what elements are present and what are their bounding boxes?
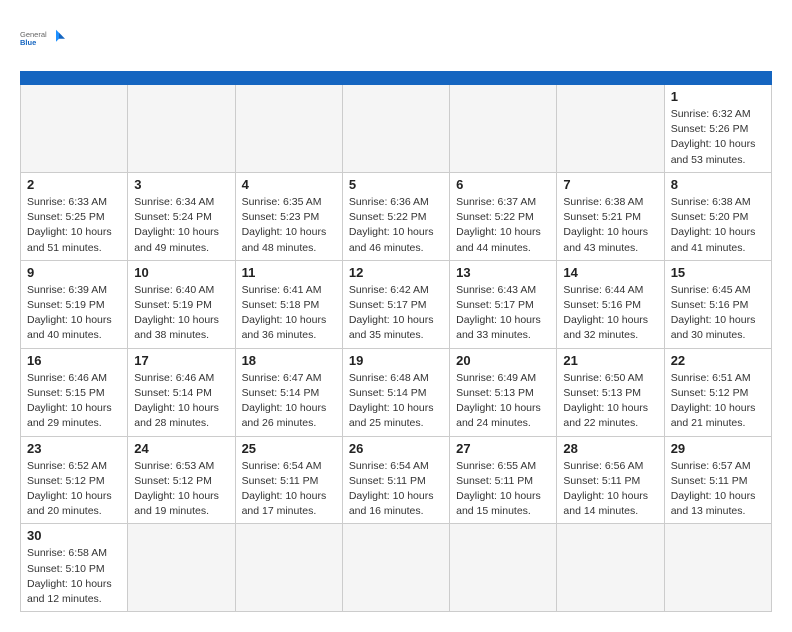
empty-cell bbox=[664, 524, 771, 612]
week-row-5: 23 Sunrise: 6:52 AMSunset: 5:12 PMDaylig… bbox=[21, 436, 772, 524]
day-27: 27 Sunrise: 6:55 AMSunset: 5:11 PMDaylig… bbox=[450, 436, 557, 524]
day-30: 30 Sunrise: 6:58 AMSunset: 5:10 PMDaylig… bbox=[21, 524, 128, 612]
day-1: 1 Sunrise: 6:32 AMSunset: 5:26 PMDayligh… bbox=[664, 85, 771, 173]
logo-svg: General Blue bbox=[20, 20, 65, 55]
day-28: 28 Sunrise: 6:56 AMSunset: 5:11 PMDaylig… bbox=[557, 436, 664, 524]
header-row bbox=[21, 72, 772, 85]
day-7: 7 Sunrise: 6:38 AMSunset: 5:21 PMDayligh… bbox=[557, 172, 664, 260]
empty-cell bbox=[450, 85, 557, 173]
day-24: 24 Sunrise: 6:53 AMSunset: 5:12 PMDaylig… bbox=[128, 436, 235, 524]
empty-cell bbox=[128, 85, 235, 173]
empty-cell bbox=[557, 524, 664, 612]
page-header: General Blue bbox=[20, 20, 772, 55]
day-20: 20 Sunrise: 6:49 AMSunset: 5:13 PMDaylig… bbox=[450, 348, 557, 436]
day-5: 5 Sunrise: 6:36 AMSunset: 5:22 PMDayligh… bbox=[342, 172, 449, 260]
day-26: 26 Sunrise: 6:54 AMSunset: 5:11 PMDaylig… bbox=[342, 436, 449, 524]
day-13: 13 Sunrise: 6:43 AMSunset: 5:17 PMDaylig… bbox=[450, 260, 557, 348]
day-11: 11 Sunrise: 6:41 AMSunset: 5:18 PMDaylig… bbox=[235, 260, 342, 348]
empty-cell bbox=[450, 524, 557, 612]
day-info: Sunrise: 6:32 AMSunset: 5:26 PMDaylight:… bbox=[671, 107, 765, 168]
day-2: 2 Sunrise: 6:33 AMSunset: 5:25 PMDayligh… bbox=[21, 172, 128, 260]
calendar-table: 1 Sunrise: 6:32 AMSunset: 5:26 PMDayligh… bbox=[20, 71, 772, 612]
empty-cell bbox=[235, 524, 342, 612]
day-22: 22 Sunrise: 6:51 AMSunset: 5:12 PMDaylig… bbox=[664, 348, 771, 436]
col-tuesday bbox=[235, 72, 342, 85]
week-row-6: 30 Sunrise: 6:58 AMSunset: 5:10 PMDaylig… bbox=[21, 524, 772, 612]
empty-cell bbox=[557, 85, 664, 173]
empty-cell bbox=[235, 85, 342, 173]
day-12: 12 Sunrise: 6:42 AMSunset: 5:17 PMDaylig… bbox=[342, 260, 449, 348]
svg-text:Blue: Blue bbox=[20, 38, 36, 47]
week-row-3: 9 Sunrise: 6:39 AMSunset: 5:19 PMDayligh… bbox=[21, 260, 772, 348]
day-6: 6 Sunrise: 6:37 AMSunset: 5:22 PMDayligh… bbox=[450, 172, 557, 260]
day-23: 23 Sunrise: 6:52 AMSunset: 5:12 PMDaylig… bbox=[21, 436, 128, 524]
empty-cell bbox=[128, 524, 235, 612]
day-15: 15 Sunrise: 6:45 AMSunset: 5:16 PMDaylig… bbox=[664, 260, 771, 348]
day-number: 1 bbox=[671, 89, 765, 104]
col-friday bbox=[557, 72, 664, 85]
day-16: 16 Sunrise: 6:46 AMSunset: 5:15 PMDaylig… bbox=[21, 348, 128, 436]
day-3: 3 Sunrise: 6:34 AMSunset: 5:24 PMDayligh… bbox=[128, 172, 235, 260]
day-25: 25 Sunrise: 6:54 AMSunset: 5:11 PMDaylig… bbox=[235, 436, 342, 524]
day-17: 17 Sunrise: 6:46 AMSunset: 5:14 PMDaylig… bbox=[128, 348, 235, 436]
empty-cell bbox=[342, 85, 449, 173]
day-21: 21 Sunrise: 6:50 AMSunset: 5:13 PMDaylig… bbox=[557, 348, 664, 436]
empty-cell bbox=[342, 524, 449, 612]
day-19: 19 Sunrise: 6:48 AMSunset: 5:14 PMDaylig… bbox=[342, 348, 449, 436]
logo: General Blue bbox=[20, 20, 65, 55]
col-monday bbox=[128, 72, 235, 85]
day-8: 8 Sunrise: 6:38 AMSunset: 5:20 PMDayligh… bbox=[664, 172, 771, 260]
day-18: 18 Sunrise: 6:47 AMSunset: 5:14 PMDaylig… bbox=[235, 348, 342, 436]
day-9: 9 Sunrise: 6:39 AMSunset: 5:19 PMDayligh… bbox=[21, 260, 128, 348]
day-29: 29 Sunrise: 6:57 AMSunset: 5:11 PMDaylig… bbox=[664, 436, 771, 524]
col-thursday bbox=[450, 72, 557, 85]
day-14: 14 Sunrise: 6:44 AMSunset: 5:16 PMDaylig… bbox=[557, 260, 664, 348]
empty-cell bbox=[21, 85, 128, 173]
day-4: 4 Sunrise: 6:35 AMSunset: 5:23 PMDayligh… bbox=[235, 172, 342, 260]
week-row-1: 1 Sunrise: 6:32 AMSunset: 5:26 PMDayligh… bbox=[21, 85, 772, 173]
week-row-4: 16 Sunrise: 6:46 AMSunset: 5:15 PMDaylig… bbox=[21, 348, 772, 436]
week-row-2: 2 Sunrise: 6:33 AMSunset: 5:25 PMDayligh… bbox=[21, 172, 772, 260]
col-sunday bbox=[21, 72, 128, 85]
col-saturday bbox=[664, 72, 771, 85]
day-10: 10 Sunrise: 6:40 AMSunset: 5:19 PMDaylig… bbox=[128, 260, 235, 348]
col-wednesday bbox=[342, 72, 449, 85]
